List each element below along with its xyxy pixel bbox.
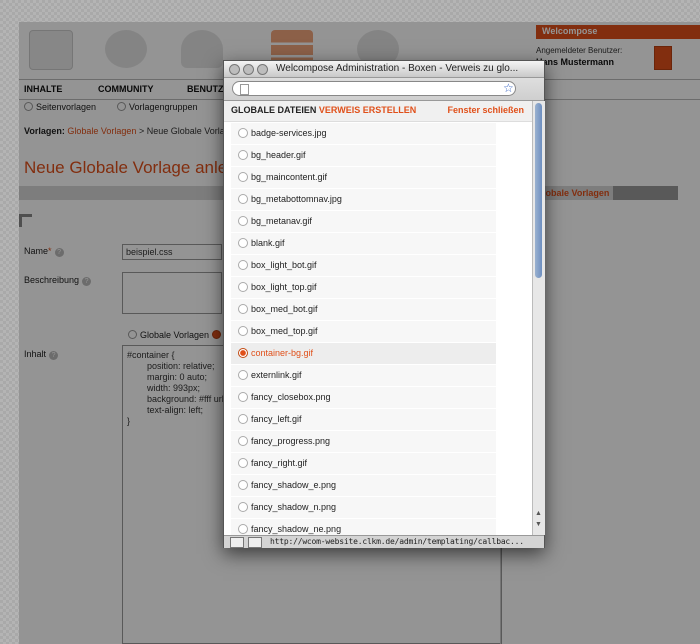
radio-icon[interactable] xyxy=(238,282,248,292)
status-tool-icon[interactable] xyxy=(230,537,244,548)
file-name: box_light_bot.gif xyxy=(251,260,317,270)
close-popup-link[interactable]: Fenster schließen xyxy=(447,105,524,115)
file-row[interactable]: container-bg.gif xyxy=(231,343,496,365)
radio-icon[interactable] xyxy=(238,150,248,160)
scroll-up-arrow-icon[interactable]: ▲ xyxy=(535,510,542,517)
file-row[interactable]: blank.gif xyxy=(231,233,496,255)
file-row[interactable]: fancy_shadow_ne.png xyxy=(231,519,496,535)
file-list: badge-services.jpg bg_header.gif bg_mainco… xyxy=(231,123,496,535)
file-row[interactable]: box_med_bot.gif xyxy=(231,299,496,321)
file-name: fancy_right.gif xyxy=(251,458,308,468)
radio-icon[interactable] xyxy=(238,370,248,380)
file-name: box_light_top.gif xyxy=(251,282,317,292)
radio-icon[interactable] xyxy=(238,194,248,204)
radio-icon[interactable] xyxy=(238,304,248,314)
radio-icon[interactable] xyxy=(238,524,248,534)
file-row[interactable]: fancy_shadow_e.png xyxy=(231,475,496,497)
scroll-down-arrow-icon[interactable]: ▼ xyxy=(535,521,542,528)
file-name: container-bg.gif xyxy=(251,348,314,358)
file-row[interactable]: fancy_right.gif xyxy=(231,453,496,475)
page-icon xyxy=(240,84,249,95)
file-row[interactable]: box_light_top.gif xyxy=(231,277,496,299)
popup-titlebar[interactable]: Welcompose Administration - Boxen - Verw… xyxy=(224,61,544,78)
file-name: box_med_top.gif xyxy=(251,326,318,336)
radio-icon[interactable] xyxy=(238,436,248,446)
file-name: externlink.gif xyxy=(251,370,302,380)
status-bar: http://wcom-website.clkm.de/admin/templa… xyxy=(224,535,544,548)
file-name: bg_metabottomnav.jpg xyxy=(251,194,342,204)
radio-icon[interactable] xyxy=(238,458,248,468)
file-name: fancy_shadow_n.png xyxy=(251,502,337,512)
file-row[interactable]: bg_header.gif xyxy=(231,145,496,167)
file-name: bg_maincontent.gif xyxy=(251,172,328,182)
file-name: fancy_shadow_e.png xyxy=(251,480,337,490)
file-row[interactable]: fancy_closebox.png xyxy=(231,387,496,409)
minimize-window-icon[interactable] xyxy=(243,64,254,75)
url-input[interactable]: ☆ xyxy=(232,81,516,96)
file-row[interactable]: bg_maincontent.gif xyxy=(231,167,496,189)
bookmark-star-icon[interactable]: ☆ xyxy=(503,81,514,95)
file-name: blank.gif xyxy=(251,238,285,248)
radio-icon[interactable] xyxy=(238,260,248,270)
file-name: bg_metanav.gif xyxy=(251,216,312,226)
file-name: badge-services.jpg xyxy=(251,128,327,138)
radio-icon[interactable] xyxy=(238,414,248,424)
status-url: http://wcom-website.clkm.de/admin/templa… xyxy=(270,537,524,546)
file-name: fancy_progress.png xyxy=(251,436,331,446)
zoom-window-icon[interactable] xyxy=(257,64,268,75)
file-name: fancy_left.gif xyxy=(251,414,302,424)
file-name: box_med_bot.gif xyxy=(251,304,318,314)
file-row[interactable]: fancy_left.gif xyxy=(231,409,496,431)
radio-icon[interactable] xyxy=(238,480,248,490)
file-name: bg_header.gif xyxy=(251,150,306,160)
radio-icon[interactable] xyxy=(238,172,248,182)
vertical-scrollbar[interactable]: ▲ ▼ xyxy=(532,101,545,535)
radio-icon[interactable] xyxy=(238,326,248,336)
radio-icon[interactable] xyxy=(238,216,248,226)
popup-header-subtitle: VERWEIS ERSTELLEN xyxy=(318,105,417,115)
popup-window-title: Welcompose Administration - Boxen - Verw… xyxy=(276,63,519,74)
close-window-icon[interactable] xyxy=(229,64,240,75)
popup-header-title: GLOBALE DATEIEN xyxy=(231,105,317,115)
radio-icon[interactable] xyxy=(238,128,248,138)
radio-selected-icon[interactable] xyxy=(238,348,248,358)
file-row[interactable]: box_med_top.gif xyxy=(231,321,496,343)
file-row[interactable]: externlink.gif xyxy=(231,365,496,387)
popup-header: GLOBALE DATEIEN VERWEIS ERSTELLEN Fenste… xyxy=(224,101,532,122)
popup-content: GLOBALE DATEIEN VERWEIS ERSTELLEN Fenste… xyxy=(224,101,532,535)
file-row[interactable]: fancy_shadow_n.png xyxy=(231,497,496,519)
file-name: fancy_closebox.png xyxy=(251,392,331,402)
file-row[interactable]: box_light_bot.gif xyxy=(231,255,496,277)
file-row[interactable]: badge-services.jpg xyxy=(231,123,496,145)
status-page-icon xyxy=(248,537,262,548)
radio-icon[interactable] xyxy=(238,238,248,248)
file-row[interactable]: fancy_progress.png xyxy=(231,431,496,453)
address-bar: ☆ xyxy=(224,78,544,101)
file-row[interactable]: bg_metanav.gif xyxy=(231,211,496,233)
file-name: fancy_shadow_ne.png xyxy=(251,524,342,534)
scrollbar-thumb[interactable] xyxy=(535,103,542,278)
popup-window: Welcompose Administration - Boxen - Verw… xyxy=(223,60,545,548)
radio-icon[interactable] xyxy=(238,502,248,512)
radio-icon[interactable] xyxy=(238,392,248,402)
file-row[interactable]: bg_metabottomnav.jpg xyxy=(231,189,496,211)
